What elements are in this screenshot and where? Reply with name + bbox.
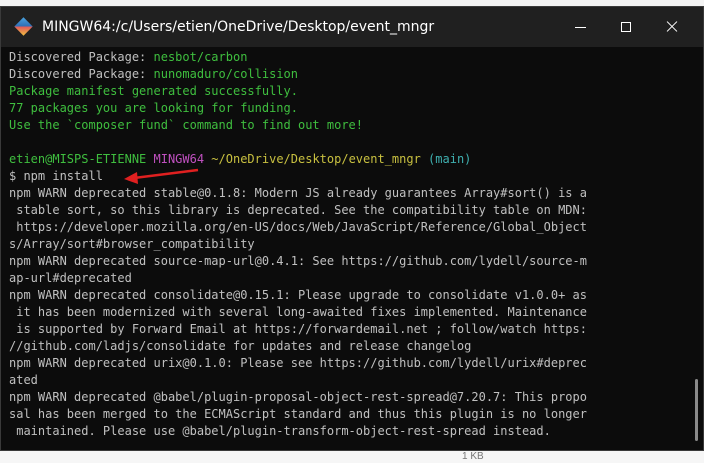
terminal-line: 77 packages you are looking for funding.	[9, 100, 687, 117]
terminal-line: Package manifest generated successfully.	[9, 83, 687, 100]
terminal-text-segment: stable sort, so this library is deprecat…	[9, 203, 587, 217]
window-title: MINGW64:/c/Users/etien/OneDrive/Desktop/…	[42, 19, 435, 35]
terminal-line: maintained. Please use @babel/plugin-tra…	[9, 423, 687, 440]
terminal-line: is supported by Forward Email at https:/…	[9, 321, 687, 338]
terminal-text-segment: etien@MISPS-ETIENNE	[9, 152, 154, 166]
background-file-size: 1 KB	[462, 451, 484, 462]
maximize-button[interactable]	[603, 7, 649, 47]
terminal-text-segment: npm WARN deprecated urix@0.1.0: Please s…	[9, 356, 587, 370]
vertical-scrollbar[interactable]	[689, 49, 701, 448]
terminal-line: npm WARN deprecated stable@0.1.8: Modern…	[9, 185, 687, 202]
terminal-line: Use the `composer fund` command to find …	[9, 117, 687, 134]
terminal-text-segment: sal has been merged to the ECMAScript st…	[9, 407, 587, 421]
terminal-text-segment: nunomaduro/collision	[153, 67, 299, 81]
maximize-icon	[621, 22, 631, 32]
terminal-text-segment: 77 packages you are looking for funding.	[9, 101, 298, 115]
terminal-line: https://developer.mozilla.org/en-US/docs…	[9, 219, 687, 236]
terminal-text-segment: it has been modernized with several long…	[9, 305, 587, 319]
git-bash-icon[interactable]	[14, 17, 33, 36]
terminal-text-segment: s/Array/sort#browser_compatibility	[9, 237, 255, 251]
terminal-line: Discovered Package: nunomaduro/collision	[9, 66, 687, 83]
terminal-line: Discovered Package: nesbot/carbon	[9, 49, 687, 66]
terminal-text-segment: npm WARN deprecated stable@0.1.8: Modern…	[9, 186, 587, 200]
terminal-output[interactable]: Discovered Package: nesbot/carbon Discove…	[9, 49, 687, 440]
terminal-text-segment: npm WARN deprecated source-map-url@0.4.1…	[9, 254, 587, 268]
terminal-line: //github.com/ladjs/consolidate for updat…	[9, 338, 687, 355]
terminal-line: npm WARN deprecated consolidate@0.15.1: …	[9, 287, 687, 304]
terminal-text-segment: ap-url#deprecated	[9, 271, 132, 285]
terminal-text-segment: nesbot/carbon	[153, 50, 248, 64]
terminal-text-segment: MINGW64	[153, 152, 212, 166]
red-arrow-icon	[124, 168, 199, 184]
terminal-text-segment: maintained. Please use @babel/plugin-tra…	[9, 424, 551, 438]
terminal-line: etien@MISPS-ETIENNE MINGW64 ~/OneDrive/D…	[9, 151, 687, 168]
terminal-line: npm WARN deprecated @babel/plugin-propos…	[9, 389, 687, 406]
background-window-bottom: 1 KB	[0, 451, 704, 463]
terminal-line: npm WARN deprecated source-map-url@0.4.1…	[9, 253, 687, 270]
terminal-line: npm WARN deprecated urix@0.1.0: Please s…	[9, 355, 687, 372]
terminal-text-segment: Package manifest generated successfully.	[9, 84, 298, 98]
terminal-line: it has been modernized with several long…	[9, 304, 687, 321]
terminal-text-segment: https://developer.mozilla.org/en-US/docs…	[9, 220, 587, 234]
terminal-line: $ npm install	[9, 168, 687, 185]
close-icon	[666, 21, 678, 33]
terminal-text-segment: $ npm install	[9, 169, 103, 183]
minimize-button[interactable]	[557, 7, 603, 47]
terminal-line: ap-url#deprecated	[9, 270, 687, 287]
scrollbar-thumb[interactable]	[695, 379, 698, 441]
terminal-text-segment: ~/OneDrive/Desktop/event_mngr	[211, 152, 429, 166]
terminal-line: stable sort, so this library is deprecat…	[9, 202, 687, 219]
close-button[interactable]	[649, 7, 695, 47]
terminal-text-segment: Discovered Package:	[9, 50, 154, 64]
terminal-text-segment: ated	[9, 373, 38, 387]
terminal-text-segment: Use the `composer fund` command to find …	[9, 118, 364, 132]
terminal-text-segment: Discovered Package:	[9, 67, 154, 81]
terminal-line: ated	[9, 372, 687, 389]
terminal-text-segment: is supported by Forward Email at https:/…	[9, 322, 587, 336]
terminal-text-segment: npm WARN deprecated consolidate@0.15.1: …	[9, 288, 587, 302]
terminal-text-segment: //github.com/ladjs/consolidate for updat…	[9, 339, 472, 353]
terminal-window[interactable]: MINGW64:/c/Users/etien/OneDrive/Desktop/…	[0, 6, 704, 451]
terminal-line: sal has been merged to the ECMAScript st…	[9, 406, 687, 423]
terminal-text-segment: (main)	[428, 152, 472, 166]
title-bar[interactable]: MINGW64:/c/Users/etien/OneDrive/Desktop/…	[1, 7, 703, 47]
terminal-text-segment: npm WARN deprecated @babel/plugin-propos…	[9, 390, 587, 404]
minimize-icon	[574, 26, 586, 28]
terminal-line: s/Array/sort#browser_compatibility	[9, 236, 687, 253]
